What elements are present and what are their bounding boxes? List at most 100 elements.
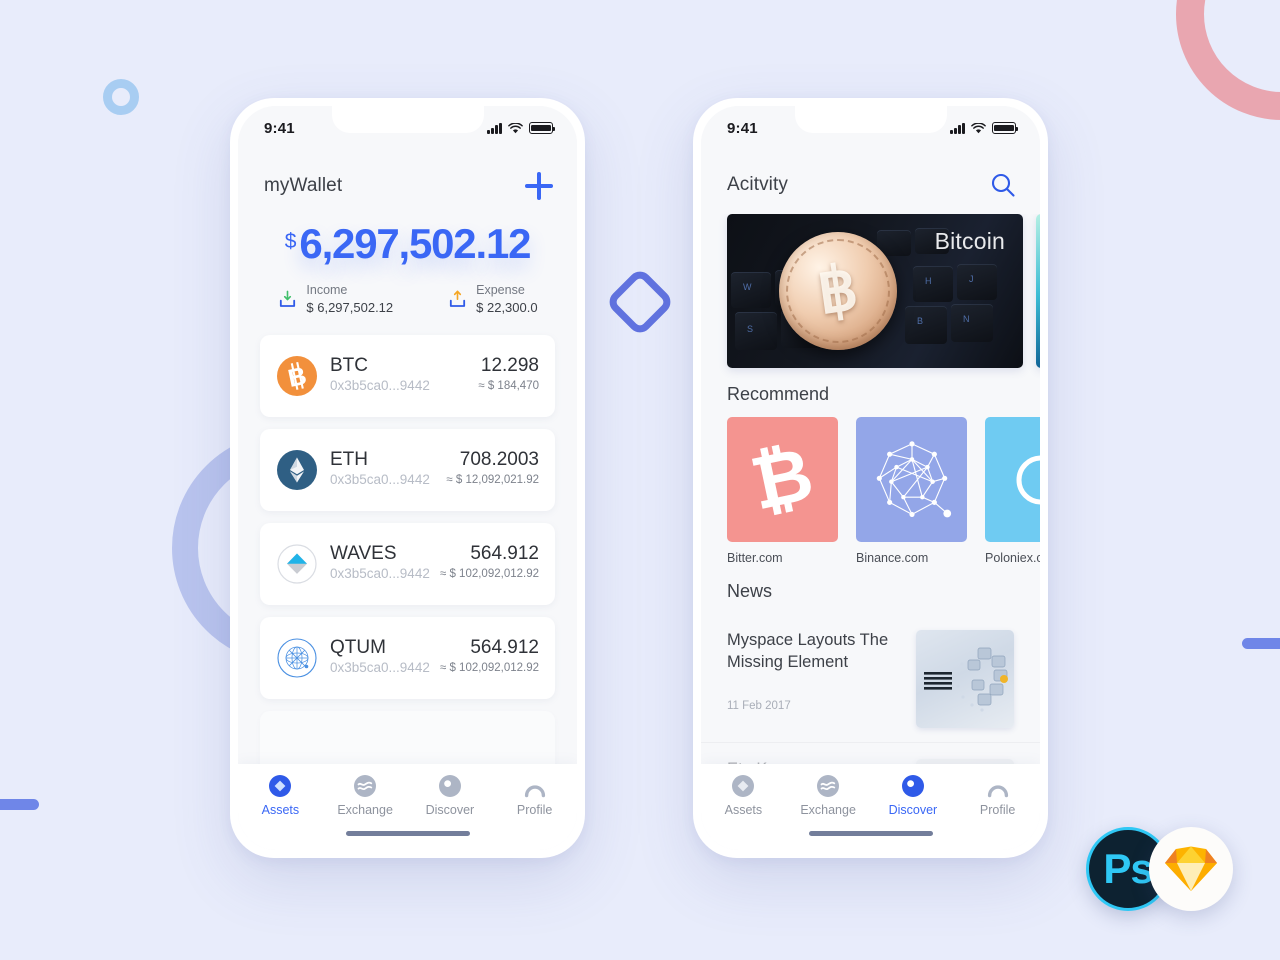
recommend-tile[interactable] xyxy=(985,417,1040,542)
expense-label: Expense xyxy=(476,283,525,298)
status-bar: 9:41 xyxy=(238,106,577,150)
asset-fiat: ≈ $ 102,092,012.92 xyxy=(439,568,539,581)
table-row[interactable]: WAVES 0x3b5ca0...9442 564.912 ≈ $ 102,09… xyxy=(260,522,555,605)
news-heading: News xyxy=(727,581,773,601)
decorative-diamond-outline xyxy=(604,266,676,338)
list-item[interactable]: ₿ Bitter.com xyxy=(727,417,838,565)
banner-carousel[interactable]: W E S Z H J B N ฿ Bitcoin xyxy=(701,214,1040,368)
bitcoin-coin-graphic: ฿ xyxy=(779,232,897,350)
tab-profile[interactable]: Profile xyxy=(961,774,1035,817)
list-item[interactable]: Binance.com xyxy=(856,417,967,565)
tab-label: Discover xyxy=(425,803,475,817)
btc-coin-icon: B xyxy=(277,355,317,396)
bitcoin-b-icon: ₿ xyxy=(744,431,821,526)
banner-card[interactable]: W E S Z H J B N ฿ Bitcoin xyxy=(727,214,1023,368)
income-summary: Income $ 6,297,502.12 xyxy=(277,282,393,316)
add-icon[interactable] xyxy=(525,172,553,200)
asset-info: WAVES 0x3b5ca0...9442 xyxy=(330,543,440,585)
list-item[interactable]: Poloniex.com xyxy=(985,417,1040,565)
asset-fiat: ≈ $ 12,092,021.92 xyxy=(446,474,539,487)
tab-label: Exchange xyxy=(800,803,856,817)
flow-summary: Income $ 6,297,502.12 Expense $ 22,300.0 xyxy=(238,282,577,330)
tab-list: Assets Exchange Discover Profile xyxy=(238,774,577,817)
decorative-bar-left xyxy=(0,799,39,810)
recommend-list[interactable]: ₿ Bitter.com Binance.com Poloniex.c xyxy=(701,417,1040,565)
network-graph-icon xyxy=(876,440,951,517)
wifi-icon xyxy=(508,122,523,133)
balance-block: $ 6,297,502.12 Income $ 6,297,502.12 Exp… xyxy=(238,216,577,331)
discover-content[interactable]: W E S Z H J B N ฿ Bitcoin Recom xyxy=(701,214,1040,764)
banner-caption: Bitcoin xyxy=(934,228,1005,254)
tab-label: Assets xyxy=(724,803,763,817)
asset-symbol: ETH xyxy=(330,448,368,470)
income-download-icon xyxy=(280,290,296,307)
asset-values: 564.912 ≈ $ 102,092,012.92 xyxy=(440,637,539,677)
tab-label: Discover xyxy=(888,803,938,817)
recommend-name: Binance.com xyxy=(856,551,929,565)
recommend-heading: Recommend xyxy=(727,384,830,404)
asset-values: 564.912 ≈ $ 102,092,012.92 xyxy=(440,543,539,583)
list-item[interactable]: Eta Keys xyxy=(701,743,1040,764)
tab-label: Assets xyxy=(261,803,300,817)
status-icons xyxy=(487,122,556,134)
recommend-name: Bitter.com xyxy=(727,551,783,565)
recommend-tile[interactable] xyxy=(856,417,967,542)
exchange-wave-icon xyxy=(354,775,377,797)
status-bar: 9:41 xyxy=(701,106,1040,150)
sketch-badge-icon xyxy=(1149,827,1233,911)
exchange-wave-icon xyxy=(817,775,840,797)
income-value: $ 6,297,502.12 xyxy=(306,299,394,315)
table-row-partial[interactable] xyxy=(260,710,555,764)
discover-title-bar: Acitvity xyxy=(701,150,1040,214)
tab-assets[interactable]: Assets xyxy=(243,774,317,817)
expense-value: $ 22,300.0 xyxy=(476,299,538,315)
tab-label: Profile xyxy=(979,803,1016,817)
discover-compass-icon xyxy=(438,775,461,797)
asset-amount: 564.912 xyxy=(470,543,539,565)
photoshop-label: Ps xyxy=(1103,845,1153,892)
profile-person-icon xyxy=(987,785,1008,798)
battery-icon xyxy=(992,122,1019,134)
search-icon[interactable] xyxy=(990,172,1016,198)
asset-address: 0x3b5ca0...9442 xyxy=(330,472,430,488)
assets-diamond-icon xyxy=(732,775,755,797)
bottom-tab-bar: Assets Exchange Discover Profile xyxy=(238,764,577,850)
bottom-tab-bar: Assets Exchange Discover Profile xyxy=(701,764,1040,850)
tab-exchange[interactable]: Exchange xyxy=(328,774,402,817)
asset-symbol: WAVES xyxy=(330,542,397,564)
asset-list[interactable]: B BTC 0x3b5ca0...9442 12.298 ≈ $ 184,470 xyxy=(238,331,577,764)
table-row[interactable]: B BTC 0x3b5ca0...9442 12.298 ≈ $ 184,470 xyxy=(260,334,555,417)
asset-amount: 12.298 xyxy=(480,355,539,377)
home-indicator xyxy=(345,831,470,836)
tab-discover[interactable]: Discover xyxy=(413,774,487,817)
balance-row: $ 6,297,502.12 xyxy=(238,221,577,266)
wifi-icon xyxy=(971,122,986,133)
profile-person-icon xyxy=(524,785,545,798)
notch xyxy=(331,106,484,133)
asset-symbol: BTC xyxy=(330,354,368,376)
tab-profile[interactable]: Profile xyxy=(498,774,572,817)
asset-address: 0x3b5ca0...9442 xyxy=(330,566,430,582)
table-row[interactable]: ETH 0x3b5ca0...9442 708.2003 ≈ $ 12,092,… xyxy=(260,428,555,511)
recommend-name: Poloniex.com xyxy=(985,551,1040,565)
list-item[interactable]: Myspace Layouts The Missing Element 11 F… xyxy=(701,614,1040,743)
status-time: 9:41 xyxy=(264,119,295,137)
discover-screen: 9:41 Acitvity W S H J B N ฿ Bitcoin Reco… xyxy=(701,106,1040,850)
sketch-diamond-logo xyxy=(1165,846,1217,891)
tab-discover[interactable]: Discover xyxy=(876,774,950,817)
tab-list: Assets Exchange Discover Profile xyxy=(701,774,1040,817)
tab-assets[interactable]: Assets xyxy=(706,774,780,817)
income-text: Income $ 6,297,502.12 xyxy=(306,282,393,316)
recommend-tile[interactable]: ₿ xyxy=(727,417,838,542)
asset-address: 0x3b5ca0...9442 xyxy=(330,660,430,676)
table-row[interactable]: QTUM 0x3b5ca0...9442 564.912 ≈ $ 102,092… xyxy=(260,616,555,699)
discover-compass-icon xyxy=(901,775,924,797)
asset-fiat: ≈ $ 184,470 xyxy=(478,380,539,393)
decorative-ring-small xyxy=(103,79,139,115)
banner-card-next[interactable] xyxy=(1036,214,1040,368)
tab-label: Profile xyxy=(516,803,553,817)
tab-label: Exchange xyxy=(337,803,393,817)
phone-mockup-wallet: 9:41 myWallet $ 6,297,502.12 Income $ 6,… xyxy=(230,98,585,858)
tab-exchange[interactable]: Exchange xyxy=(791,774,865,817)
eth-coin-icon xyxy=(277,449,317,490)
